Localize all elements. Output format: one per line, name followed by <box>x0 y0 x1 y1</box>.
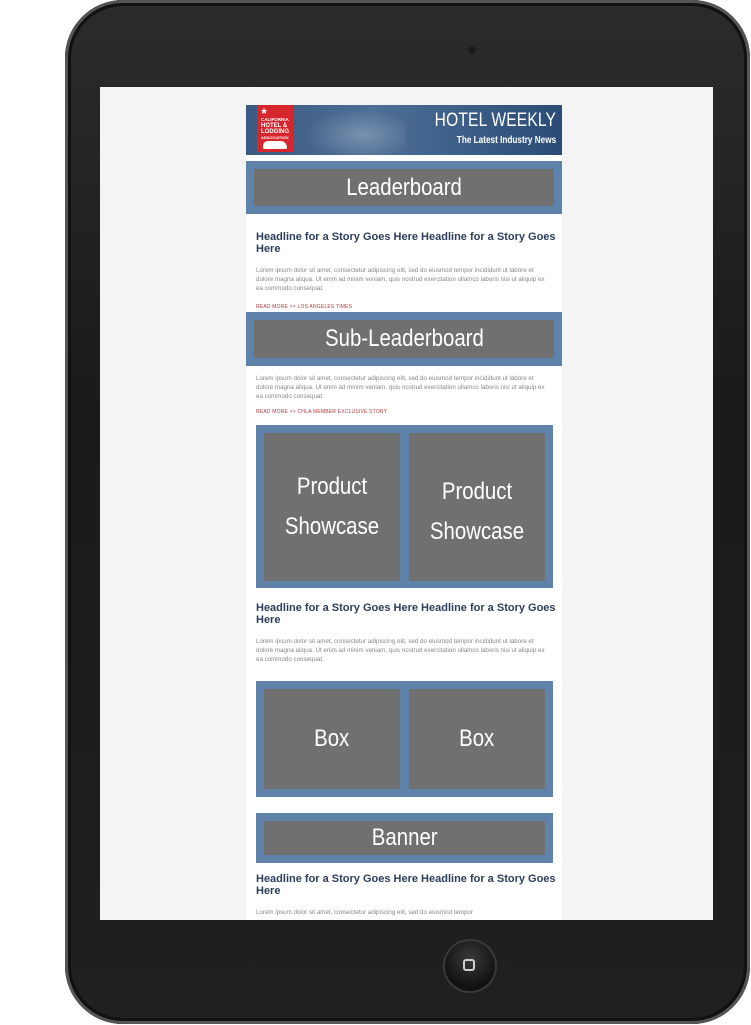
home-button[interactable] <box>445 941 495 991</box>
story-body: Lorem ipsum dolor sit amet, consectetur … <box>256 267 545 292</box>
header-background-image <box>296 105 406 155</box>
story-headline[interactable]: Headline for a Story Goes Here Headline … <box>256 602 556 626</box>
box-ad[interactable]: Box <box>409 689 545 789</box>
newsletter-subtitle: The Latest Industry News <box>456 135 556 146</box>
banner-label: Banner <box>371 824 438 851</box>
leaderboard-placeholder: Leaderboard <box>254 169 554 206</box>
chla-logo[interactable]: ★ CALIFORNIA HOTEL & LODGING ASSOCIATION <box>257 105 294 152</box>
story-body: Lorem ipsum dolor sit amet, consectetur … <box>256 638 545 663</box>
product-showcase-box[interactable]: Product Showcase <box>264 433 400 581</box>
leaderboard-ad[interactable]: Leaderboard <box>246 161 562 214</box>
product-showcase-ad: Product Showcase Product Showcase <box>256 425 553 588</box>
front-camera-icon <box>467 45 477 55</box>
box-label: Box <box>314 725 350 752</box>
read-more-link[interactable]: READ MORE >> CHLA MEMBER EXCLUSIVE STORY <box>256 409 387 415</box>
story-headline[interactable]: Headline for a Story Goes Here Headline … <box>256 231 556 255</box>
box-label: Box <box>459 725 495 752</box>
newsletter-title: HOTEL WEEKLY <box>434 110 556 131</box>
sub-leaderboard-placeholder: Sub-Leaderboard <box>254 320 554 358</box>
newsletter-header: ★ CALIFORNIA HOTEL & LODGING ASSOCIATION… <box>246 105 562 155</box>
story-body: Lorem ipsum dolor sit amet, consectetur … <box>256 375 545 400</box>
box-ad[interactable]: Box <box>264 689 400 789</box>
sub-leaderboard-label: Sub-Leaderboard <box>324 325 484 352</box>
leaderboard-label: Leaderboard <box>346 173 462 201</box>
banner-placeholder: Banner <box>264 821 545 855</box>
home-square-icon <box>463 959 475 971</box>
bear-icon <box>263 141 287 149</box>
story-headline[interactable]: Headline for a Story Goes Here Headline … <box>256 873 556 897</box>
product-showcase-box[interactable]: Product Showcase <box>409 433 545 581</box>
sub-leaderboard-ad[interactable]: Sub-Leaderboard <box>246 312 562 366</box>
story-body: Lorem ipsum dolor sit amet, consectetur … <box>256 909 474 916</box>
read-more-link[interactable]: READ MORE >> LOS ANGELES TIMES <box>256 304 352 310</box>
star-icon: ★ <box>260 106 269 116</box>
product-showcase-label: Product Showcase <box>429 478 525 545</box>
box-ads: Box Box <box>256 681 553 797</box>
tablet-screen: ★ CALIFORNIA HOTEL & LODGING ASSOCIATION… <box>100 87 713 920</box>
banner-ad[interactable]: Banner <box>256 813 553 863</box>
newsletter-email: ★ CALIFORNIA HOTEL & LODGING ASSOCIATION… <box>246 105 562 920</box>
product-showcase-label: Product Showcase <box>284 473 380 540</box>
